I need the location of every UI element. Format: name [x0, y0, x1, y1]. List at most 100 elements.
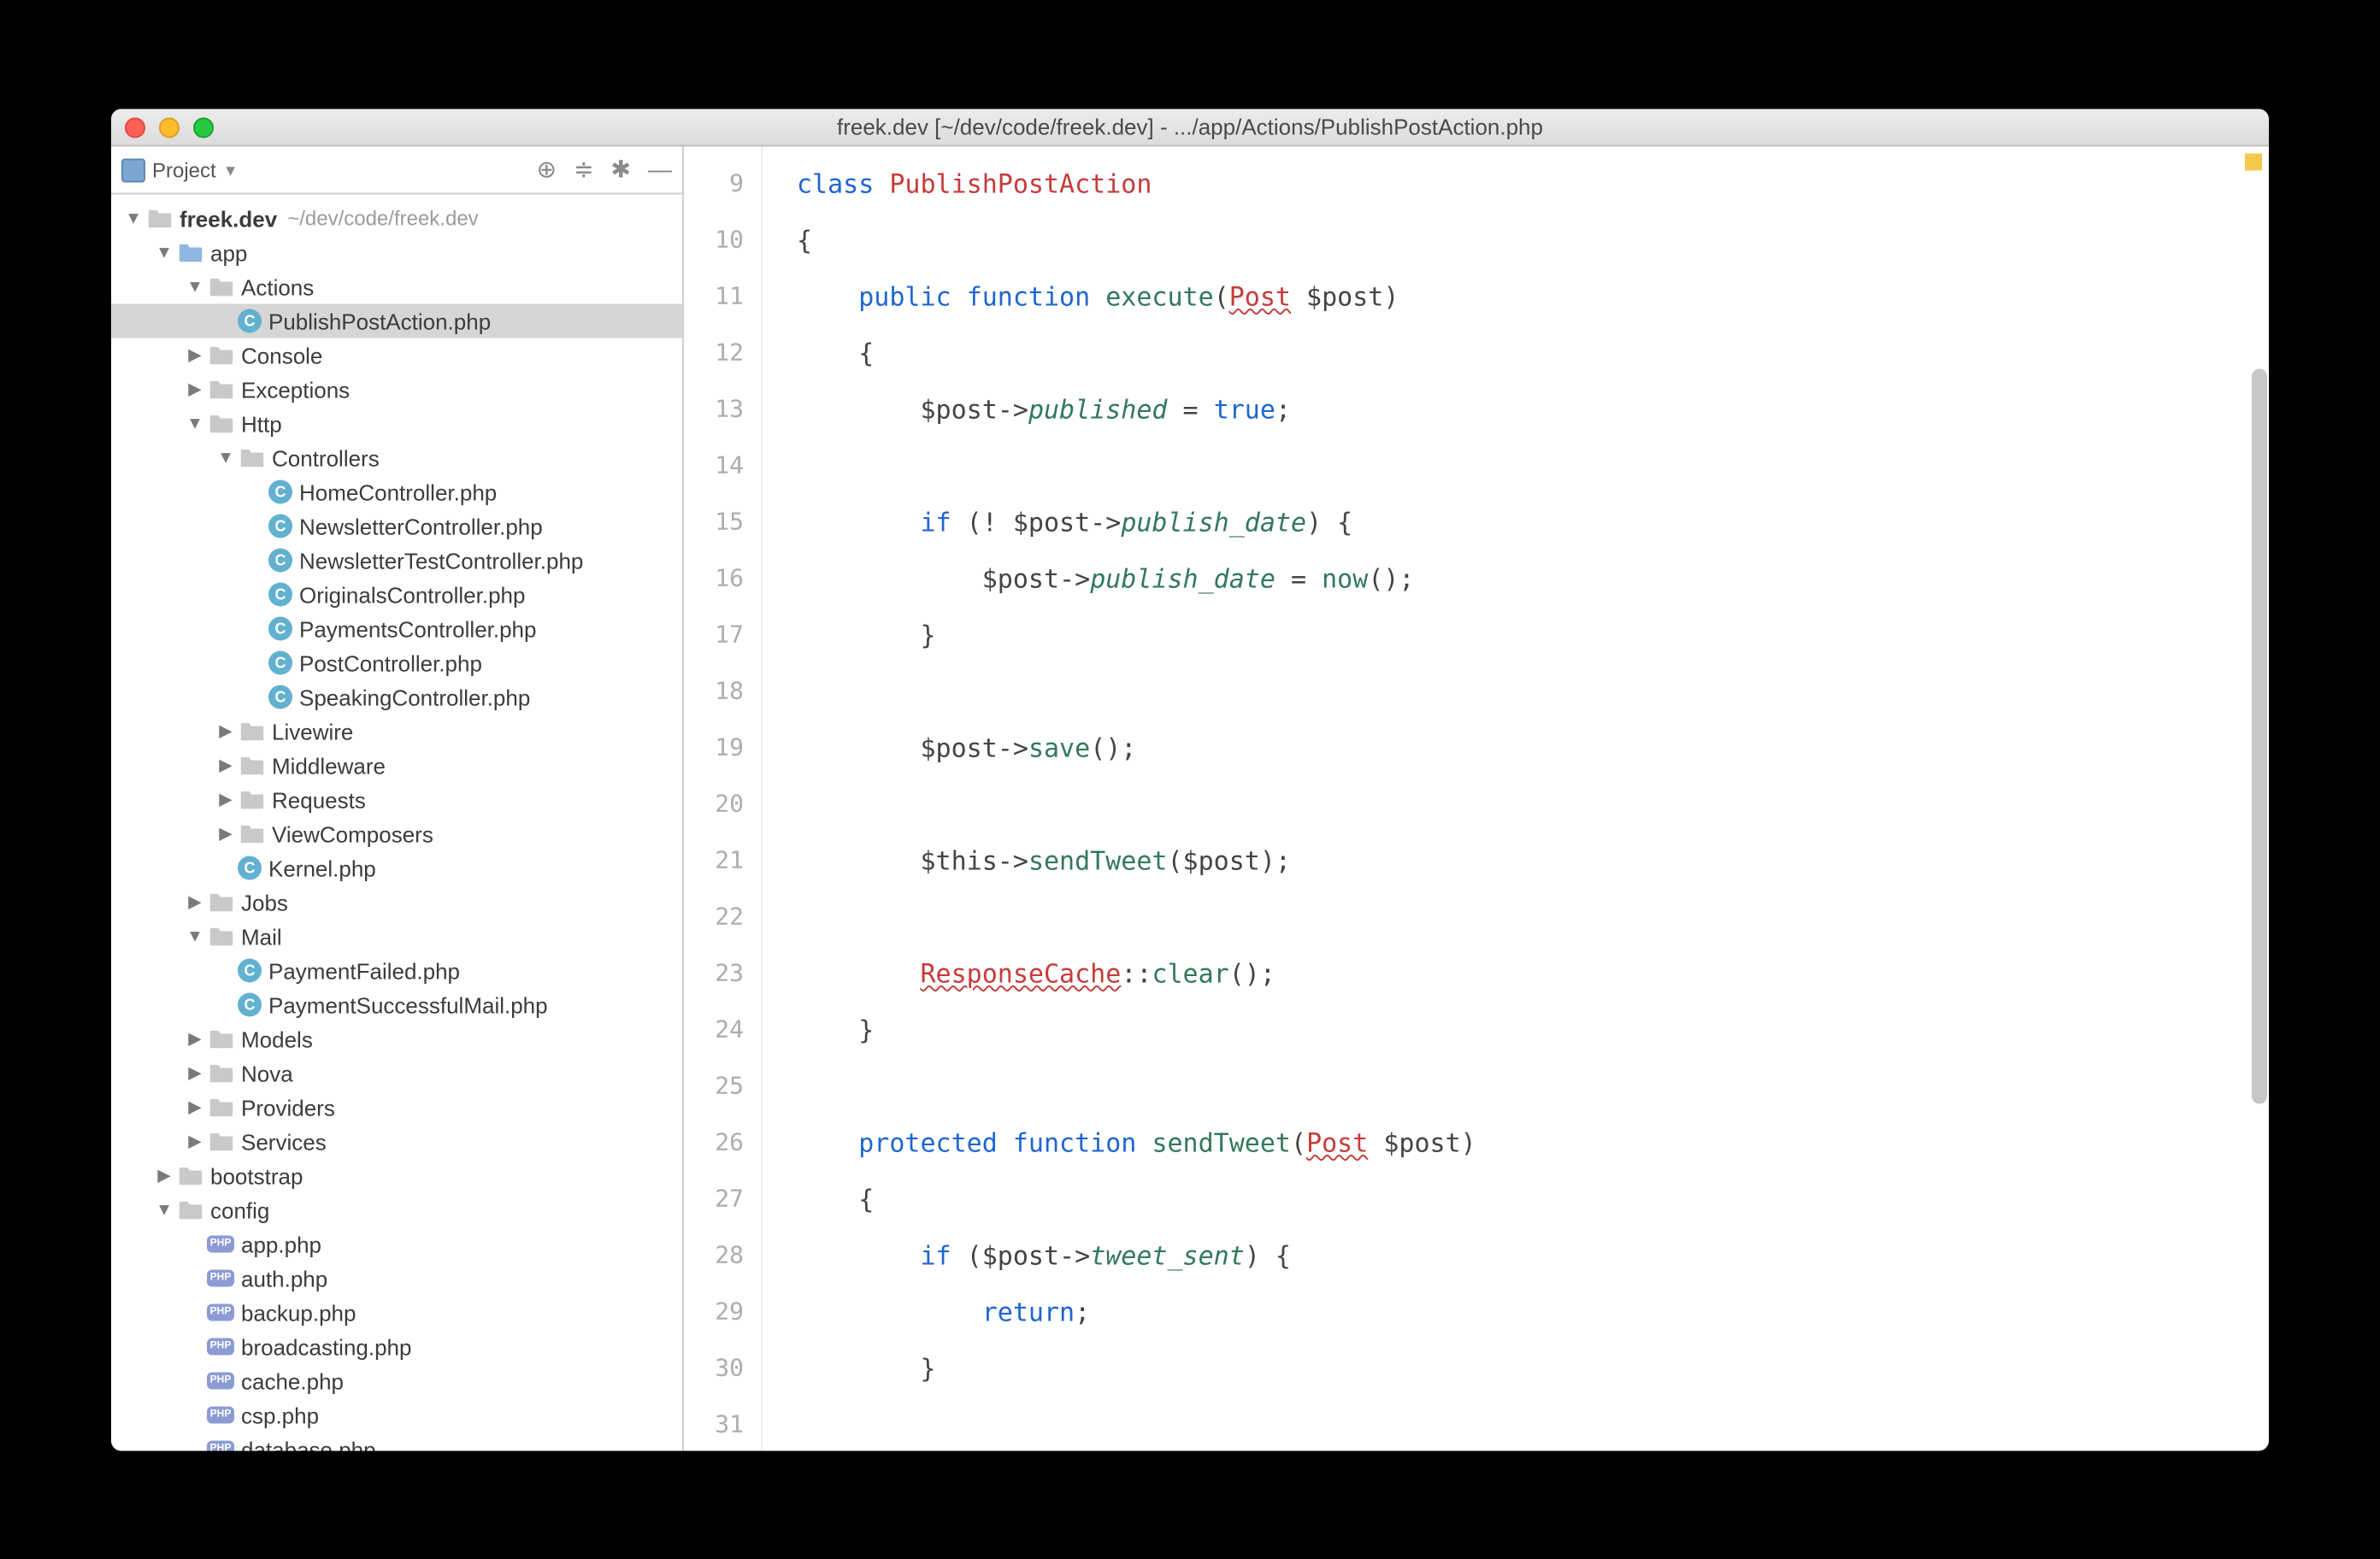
tree-folder[interactable]: ▼freek.dev~/dev/code/freek.dev	[111, 201, 682, 235]
project-selector[interactable]: Project ▼	[121, 157, 537, 181]
tree-file[interactable]: CPaymentSuccessfulMail.php	[111, 987, 682, 1021]
chevron-right-icon[interactable]: ▶	[183, 1097, 207, 1116]
tree-folder[interactable]: ▶Exceptions	[111, 372, 682, 406]
chevron-down-icon[interactable]: ▼	[183, 414, 207, 432]
tree-file[interactable]: CPaymentsController.php	[111, 611, 682, 645]
tree-folder[interactable]: ▶Jobs	[111, 885, 682, 919]
chevron-right-icon[interactable]: ▶	[214, 824, 238, 843]
code-line[interactable]: $post->save();	[797, 721, 2269, 777]
chevron-down-icon[interactable]: ▼	[183, 277, 207, 296]
code-line[interactable]: {	[797, 213, 2269, 269]
chevron-right-icon[interactable]: ▶	[152, 1166, 176, 1185]
chevron-down-icon[interactable]: ▼	[214, 448, 238, 467]
file-tree[interactable]: ▼freek.dev~/dev/code/freek.dev▼app▼Actio…	[111, 194, 682, 1450]
tree-folder[interactable]: ▼Http	[111, 406, 682, 440]
tree-folder[interactable]: ▼app	[111, 235, 682, 269]
code-line[interactable]: ResponseCache::clear();	[797, 946, 2269, 1003]
chevron-down-icon[interactable]: ▼	[183, 927, 207, 945]
tree-folder[interactable]: ▶Console	[111, 338, 682, 372]
inspection-indicator[interactable]	[2245, 153, 2262, 170]
code-line[interactable]: {	[797, 1172, 2269, 1228]
code-line[interactable]: $this->sendTweet($post);	[797, 833, 2269, 890]
tree-file[interactable]: PHPbackup.php	[111, 1295, 682, 1329]
code-line[interactable]: }	[797, 608, 2269, 664]
tree-folder[interactable]: ▶Requests	[111, 782, 682, 816]
tree-file[interactable]: CHomeController.php	[111, 474, 682, 509]
code-area[interactable]: class PublishPostAction { public function…	[763, 146, 2269, 1450]
token: }	[797, 620, 936, 650]
chevron-right-icon[interactable]: ▶	[183, 1029, 207, 1048]
tree-folder[interactable]: ▶Models	[111, 1021, 682, 1056]
chevron-down-icon[interactable]: ▼	[152, 1200, 176, 1219]
hide-icon[interactable]: —	[648, 155, 672, 184]
tree-folder[interactable]: ▶Livewire	[111, 714, 682, 748]
close-icon[interactable]	[125, 116, 145, 137]
tree-folder[interactable]: ▶Providers	[111, 1090, 682, 1124]
tree-folder[interactable]: ▶ViewComposers	[111, 816, 682, 850]
chevron-right-icon[interactable]: ▶	[183, 1063, 207, 1082]
tree-file[interactable]: PHPcsp.php	[111, 1397, 682, 1432]
tree-file[interactable]: CPaymentFailed.php	[111, 953, 682, 987]
code-editor[interactable]: 9101112131415161718192021222324252627282…	[684, 146, 2269, 1450]
tree-item-label: SpeakingController.php	[299, 684, 530, 709]
token: {	[797, 225, 812, 256]
line-number: 29	[684, 1285, 744, 1341]
code-line[interactable]: public function execute(Post $post)	[797, 269, 2269, 326]
chevron-right-icon[interactable]: ▶	[183, 345, 207, 364]
code-line[interactable]: if (! $post->publish_date) {	[797, 495, 2269, 551]
code-line[interactable]: }	[797, 1341, 2269, 1397]
titlebar[interactable]: freek.dev [~/dev/code/freek.dev] - .../a…	[111, 109, 2269, 146]
code-line[interactable]: $post->published = true;	[797, 382, 2269, 438]
tree-file[interactable]: CSpeakingController.php	[111, 679, 682, 714]
tree-file[interactable]: CNewsletterTestController.php	[111, 543, 682, 577]
target-icon[interactable]: ⊕	[537, 155, 557, 184]
code-line[interactable]	[797, 890, 2269, 946]
tree-file[interactable]: CPostController.php	[111, 645, 682, 679]
tree-folder[interactable]: ▶Services	[111, 1124, 682, 1158]
code-line[interactable]: class PublishPostAction	[797, 156, 2269, 213]
code-line[interactable]: {	[797, 326, 2269, 382]
code-line[interactable]	[797, 438, 2269, 495]
scrollbar-thumb[interactable]	[2252, 368, 2267, 1103]
tree-folder[interactable]: ▼Controllers	[111, 440, 682, 474]
tree-file[interactable]: PHPauth.php	[111, 1261, 682, 1295]
code-line[interactable]	[797, 664, 2269, 721]
tree-file[interactable]: COriginalsController.php	[111, 577, 682, 611]
tree-file[interactable]: CNewsletterController.php	[111, 509, 682, 543]
chevron-right-icon[interactable]: ▶	[183, 1132, 207, 1150]
chevron-down-icon[interactable]: ▼	[121, 209, 145, 227]
tree-file[interactable]: PHPcache.php	[111, 1363, 682, 1397]
class-icon: C	[238, 309, 262, 332]
code-line[interactable]: $post->publish_date = now();	[797, 551, 2269, 608]
gear-icon[interactable]: ✱	[611, 155, 631, 184]
code-line[interactable]: }	[797, 1003, 2269, 1059]
collapse-icon[interactable]: ≑	[574, 155, 593, 184]
chevron-right-icon[interactable]: ▶	[214, 790, 238, 809]
maximize-icon[interactable]	[193, 116, 214, 137]
tree-file[interactable]: PHPdatabase.php	[111, 1432, 682, 1450]
folder-icon	[176, 1197, 203, 1221]
tree-file[interactable]: CKernel.php	[111, 850, 682, 885]
code-line[interactable]: if ($post->tweet_sent) {	[797, 1228, 2269, 1285]
chevron-right-icon[interactable]: ▶	[183, 379, 207, 398]
chevron-right-icon[interactable]: ▶	[214, 721, 238, 740]
tree-file[interactable]: PHPbroadcasting.php	[111, 1329, 682, 1363]
chevron-right-icon[interactable]: ▶	[183, 892, 207, 911]
minimize-icon[interactable]	[159, 116, 180, 137]
chevron-down-icon[interactable]: ▼	[152, 243, 176, 262]
chevron-down-icon: ▼	[223, 161, 239, 178]
tree-folder[interactable]: ▶Middleware	[111, 748, 682, 782]
code-line[interactable]: return;	[797, 1285, 2269, 1341]
code-line[interactable]	[797, 1059, 2269, 1115]
tree-folder[interactable]: ▼Actions	[111, 269, 682, 303]
code-line[interactable]	[797, 1397, 2269, 1450]
tree-folder[interactable]: ▶bootstrap	[111, 1158, 682, 1192]
tree-file[interactable]: CPublishPostAction.php	[111, 303, 682, 338]
tree-file[interactable]: PHPapp.php	[111, 1227, 682, 1261]
code-line[interactable]: protected function sendTweet(Post $post)	[797, 1115, 2269, 1172]
tree-folder[interactable]: ▼config	[111, 1192, 682, 1227]
chevron-right-icon[interactable]: ▶	[214, 756, 238, 774]
tree-folder[interactable]: ▶Nova	[111, 1056, 682, 1090]
tree-folder[interactable]: ▼Mail	[111, 919, 682, 953]
code-line[interactable]	[797, 777, 2269, 833]
